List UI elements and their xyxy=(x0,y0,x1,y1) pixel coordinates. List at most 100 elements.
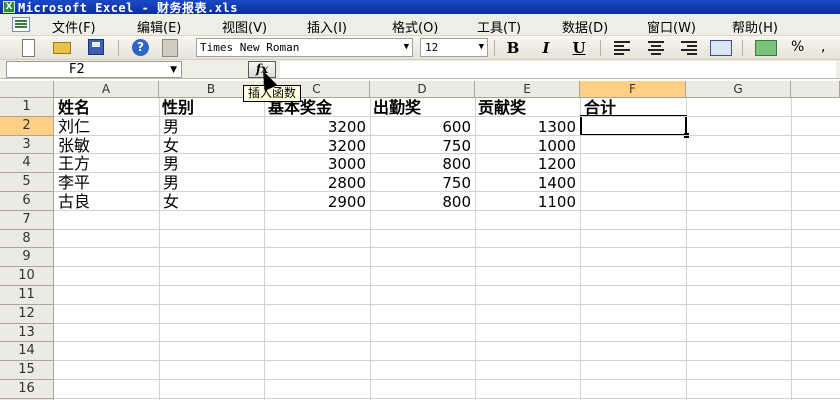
cell-d1[interactable]: 出勤奖 xyxy=(373,99,421,117)
document-menu-icon[interactable] xyxy=(12,17,30,32)
cell-a1[interactable]: 姓名 xyxy=(58,99,90,117)
cell-b2[interactable]: 男 xyxy=(163,117,179,136)
column-header-g[interactable]: G xyxy=(686,81,791,98)
align-right-icon[interactable] xyxy=(681,41,697,55)
cell-d5[interactable]: 750 xyxy=(370,174,471,192)
row-header[interactable]: 9 xyxy=(0,248,54,268)
name-box-value: F2 xyxy=(69,62,85,77)
name-box[interactable]: F2 ▼ xyxy=(6,61,182,78)
dropdown-arrow-icon[interactable]: ▼ xyxy=(170,63,177,78)
row-header[interactable]: 12 xyxy=(0,304,54,324)
excel-icon: X xyxy=(3,1,15,13)
open-folder-icon[interactable] xyxy=(53,42,71,54)
row-header[interactable]: 13 xyxy=(0,323,54,343)
row-header[interactable]: 2 xyxy=(0,116,54,136)
cell-d2[interactable]: 600 xyxy=(370,118,471,136)
formula-input[interactable] xyxy=(280,61,836,78)
column-header-d[interactable]: D xyxy=(370,81,475,98)
cell-a2[interactable]: 刘仁 xyxy=(58,117,90,136)
column-header-h[interactable] xyxy=(791,81,840,98)
align-left-icon[interactable] xyxy=(614,41,630,55)
row-header[interactable]: 11 xyxy=(0,286,54,305)
row-header[interactable]: 7 xyxy=(0,210,54,230)
select-all-corner[interactable] xyxy=(0,81,54,98)
menu-bar: 文件(F) 编辑(E) 视图(V) 插入(I) 格式(O) 工具(T) 数据(D… xyxy=(0,14,840,36)
dropdown-arrow-icon[interactable]: ▼ xyxy=(479,39,484,56)
toolbar-handle[interactable] xyxy=(162,39,178,57)
cell-b6[interactable]: 女 xyxy=(163,193,179,211)
currency-style-icon[interactable] xyxy=(755,40,777,56)
cell-d3[interactable]: 750 xyxy=(370,137,471,155)
cell-a6[interactable]: 古良 xyxy=(58,193,90,211)
menu-format[interactable]: 格式(O) xyxy=(392,17,438,36)
cell-e2[interactable]: 1300 xyxy=(475,118,576,136)
row-header[interactable]: 1 xyxy=(0,98,54,117)
menu-data[interactable]: 数据(D) xyxy=(562,17,608,36)
grid-line xyxy=(54,303,840,305)
align-center-icon[interactable] xyxy=(648,41,664,55)
row-header[interactable]: 15 xyxy=(0,361,54,380)
grid-line xyxy=(791,98,792,400)
row-header[interactable]: 6 xyxy=(0,192,54,211)
grid-line xyxy=(686,98,687,400)
row-header[interactable]: 10 xyxy=(0,267,54,286)
column-header-e[interactable]: E xyxy=(475,81,580,98)
bold-button[interactable]: B xyxy=(503,39,523,57)
font-name-value: Times New Roman xyxy=(200,41,300,54)
row-header[interactable]: 3 xyxy=(0,135,54,155)
cell-e4[interactable]: 1200 xyxy=(475,155,576,173)
save-icon[interactable] xyxy=(88,39,104,55)
cell-b3[interactable]: 女 xyxy=(163,136,179,155)
help-icon[interactable]: ? xyxy=(132,39,149,56)
row-header[interactable]: 8 xyxy=(0,229,54,249)
menu-help[interactable]: 帮助(H) xyxy=(732,17,778,36)
cell-e5[interactable]: 1400 xyxy=(475,174,576,192)
worksheet-grid[interactable]: A B C D E F G 1234567891011121314151617 … xyxy=(0,81,840,400)
merge-center-icon[interactable] xyxy=(710,40,732,56)
row-header[interactable]: 5 xyxy=(0,173,54,192)
cell-a5[interactable]: 李平 xyxy=(58,174,90,192)
menu-tools[interactable]: 工具(T) xyxy=(477,17,521,36)
column-header-a[interactable]: A xyxy=(54,81,159,98)
cell-d6[interactable]: 800 xyxy=(370,193,471,211)
italic-button[interactable]: I xyxy=(536,39,556,57)
grid-line xyxy=(54,247,840,249)
cell-c3[interactable]: 3200 xyxy=(264,137,366,155)
formula-bar: F2 ▼ fx xyxy=(0,60,840,79)
dropdown-arrow-icon[interactable]: ▼ xyxy=(404,39,409,56)
percent-style-button[interactable]: % xyxy=(791,39,804,55)
cell-b5[interactable]: 男 xyxy=(163,174,179,192)
cell-a4[interactable]: 王方 xyxy=(58,155,90,173)
new-document-icon[interactable] xyxy=(22,39,35,57)
cell-a3[interactable]: 张敏 xyxy=(58,136,90,155)
row-header[interactable]: 4 xyxy=(0,154,54,174)
cell-d4[interactable]: 800 xyxy=(370,155,471,173)
cell-c2[interactable]: 3200 xyxy=(264,118,366,136)
grid-line xyxy=(159,98,160,400)
cell-c6[interactable]: 2900 xyxy=(264,193,366,211)
cell-b4[interactable]: 男 xyxy=(163,155,179,173)
menu-window[interactable]: 窗口(W) xyxy=(647,17,696,36)
active-cell-f2[interactable] xyxy=(580,115,689,138)
row-header[interactable]: 14 xyxy=(0,342,54,362)
toolbar: ? Times New Roman ▼ 12 ▼ B I U % , xyxy=(0,36,840,60)
menu-edit[interactable]: 编辑(E) xyxy=(137,17,181,36)
column-header-f[interactable]: F xyxy=(580,81,686,98)
cell-e1[interactable]: 贡献奖 xyxy=(478,99,526,117)
cell-c4[interactable]: 3000 xyxy=(264,155,366,173)
font-name-select[interactable]: Times New Roman ▼ xyxy=(196,38,413,57)
cell-e3[interactable]: 1000 xyxy=(475,137,576,155)
grid-line xyxy=(54,134,840,136)
comma-style-icon[interactable]: , xyxy=(821,39,825,55)
cell-c5[interactable]: 2800 xyxy=(264,174,366,192)
font-size-value: 12 xyxy=(425,41,439,54)
grid-line xyxy=(54,266,840,268)
menu-view[interactable]: 视图(V) xyxy=(222,17,267,36)
menu-insert[interactable]: 插入(I) xyxy=(307,17,347,36)
underline-button[interactable]: U xyxy=(569,39,589,57)
font-size-select[interactable]: 12 ▼ xyxy=(420,38,488,57)
cell-e6[interactable]: 1100 xyxy=(475,193,576,211)
menu-file[interactable]: 文件(F) xyxy=(52,17,96,36)
cell-b1[interactable]: 性别 xyxy=(162,99,194,117)
row-header[interactable]: 16 xyxy=(0,380,54,399)
